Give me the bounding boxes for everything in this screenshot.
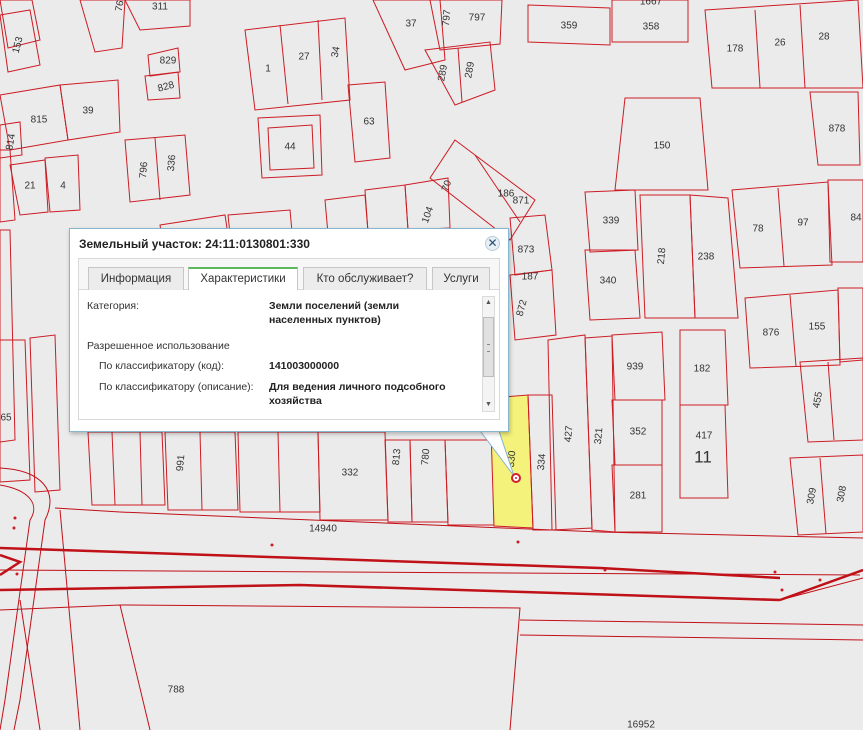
label-336: 336: [166, 154, 178, 172]
label-187: 187: [522, 272, 539, 283]
code-label: По классификатору (код):: [99, 360, 225, 372]
tab-characteristics[interactable]: Характеристики: [188, 267, 298, 292]
label-829: 829: [160, 56, 177, 67]
label-876: 876: [763, 328, 780, 339]
characteristics-panel: Категория: Земли поселений (земли населе…: [78, 290, 500, 420]
roads: [0, 467, 863, 730]
panel-scrollbar[interactable]: ▲ ▼: [482, 296, 495, 412]
close-icon[interactable]: ✕: [485, 236, 500, 251]
label-871: 871: [513, 196, 530, 207]
label-11: 11: [694, 447, 712, 466]
label-65: 65: [0, 413, 12, 424]
label-814: 814: [4, 132, 18, 151]
label-238: 238: [698, 252, 715, 263]
label-417: 417: [696, 431, 713, 442]
permitted-use-label: Разрешенное использование: [87, 340, 230, 352]
label-78: 78: [752, 224, 764, 235]
scroll-up-icon[interactable]: ▲: [483, 297, 494, 309]
label-455: 455: [811, 390, 825, 409]
label-37: 37: [405, 19, 417, 30]
label-872: 872: [515, 298, 530, 317]
label-334: 334: [536, 453, 548, 471]
label-339: 339: [603, 216, 620, 227]
label-84: 84: [850, 213, 862, 224]
label-16952: 16952: [627, 720, 655, 730]
label-359: 359: [561, 21, 578, 32]
category-label: Категория:: [87, 300, 140, 312]
tab-who-serves[interactable]: Кто обслуживает?: [303, 267, 427, 291]
label-28: 28: [818, 32, 830, 43]
label-26: 26: [774, 38, 786, 49]
label-76: 76: [114, 0, 127, 12]
label-309: 309: [805, 486, 819, 505]
survey-marks: [12, 516, 822, 592]
label-358: 358: [643, 22, 660, 33]
label-39: 39: [82, 106, 94, 117]
label-14940: 14940: [309, 524, 337, 535]
popup-tabs: Информация Характеристики Кто обслуживае…: [78, 258, 500, 292]
label-104: 104: [420, 205, 436, 225]
label-813: 813: [391, 448, 403, 466]
label-780: 780: [420, 448, 432, 466]
label-939: 939: [627, 362, 644, 373]
label-289b: 289: [463, 60, 477, 79]
description-value-line2: хозяйства: [269, 395, 322, 407]
label-289a: 289: [436, 63, 450, 82]
label-155: 155: [809, 322, 826, 333]
scroll-thumb[interactable]: [483, 317, 494, 377]
label-178: 178: [727, 44, 744, 55]
category-value-line2: населенных пунктов): [269, 314, 381, 326]
label-1: 1: [265, 64, 271, 75]
label-311: 311: [152, 2, 168, 13]
label-828: 828: [157, 80, 176, 95]
popup-title: Земельный участок: 24:11:0130801:330: [79, 237, 310, 251]
code-value: 141003000000: [269, 360, 340, 372]
label-34: 34: [330, 45, 343, 58]
tab-services[interactable]: Услуги: [432, 267, 490, 291]
scroll-down-icon[interactable]: ▼: [483, 399, 494, 411]
parcel-info-popup: Земельный участок: 24:11:0130801:330 ✕ И…: [69, 228, 509, 432]
label-873: 873: [518, 245, 535, 256]
label-340: 340: [600, 276, 617, 287]
label-797b: 797: [469, 13, 486, 24]
label-815: 815: [31, 115, 48, 126]
label-281: 281: [630, 491, 647, 502]
label-27: 27: [298, 52, 310, 63]
label-63: 63: [363, 117, 375, 128]
label-796: 796: [138, 161, 150, 179]
label-308: 308: [835, 484, 849, 503]
label-44: 44: [284, 142, 296, 153]
label-321: 321: [593, 427, 605, 445]
label-332: 332: [342, 468, 359, 479]
label-97: 97: [797, 218, 809, 229]
label-427: 427: [563, 425, 575, 443]
selected-parcel-marker[interactable]: [511, 473, 521, 483]
label-788: 788: [168, 685, 185, 696]
label-182: 182: [694, 364, 711, 375]
label-218: 218: [656, 247, 668, 265]
label-878: 878: [829, 124, 846, 135]
label-4: 4: [60, 181, 66, 192]
label-1667: 1667: [640, 0, 663, 8]
category-value-line1: Земли поселений (земли: [269, 300, 400, 312]
label-153: 153: [11, 35, 26, 54]
label-21: 21: [24, 181, 36, 192]
label-150: 150: [654, 141, 671, 152]
label-352: 352: [630, 427, 647, 438]
description-label: По классификатору (описание):: [99, 381, 254, 393]
description-value-line1: Для ведения личного подсобного: [269, 381, 446, 393]
label-797a: 797: [441, 9, 453, 27]
label-70: 70: [440, 179, 454, 194]
tab-information[interactable]: Информация: [88, 267, 184, 291]
label-991: 991: [175, 454, 187, 472]
